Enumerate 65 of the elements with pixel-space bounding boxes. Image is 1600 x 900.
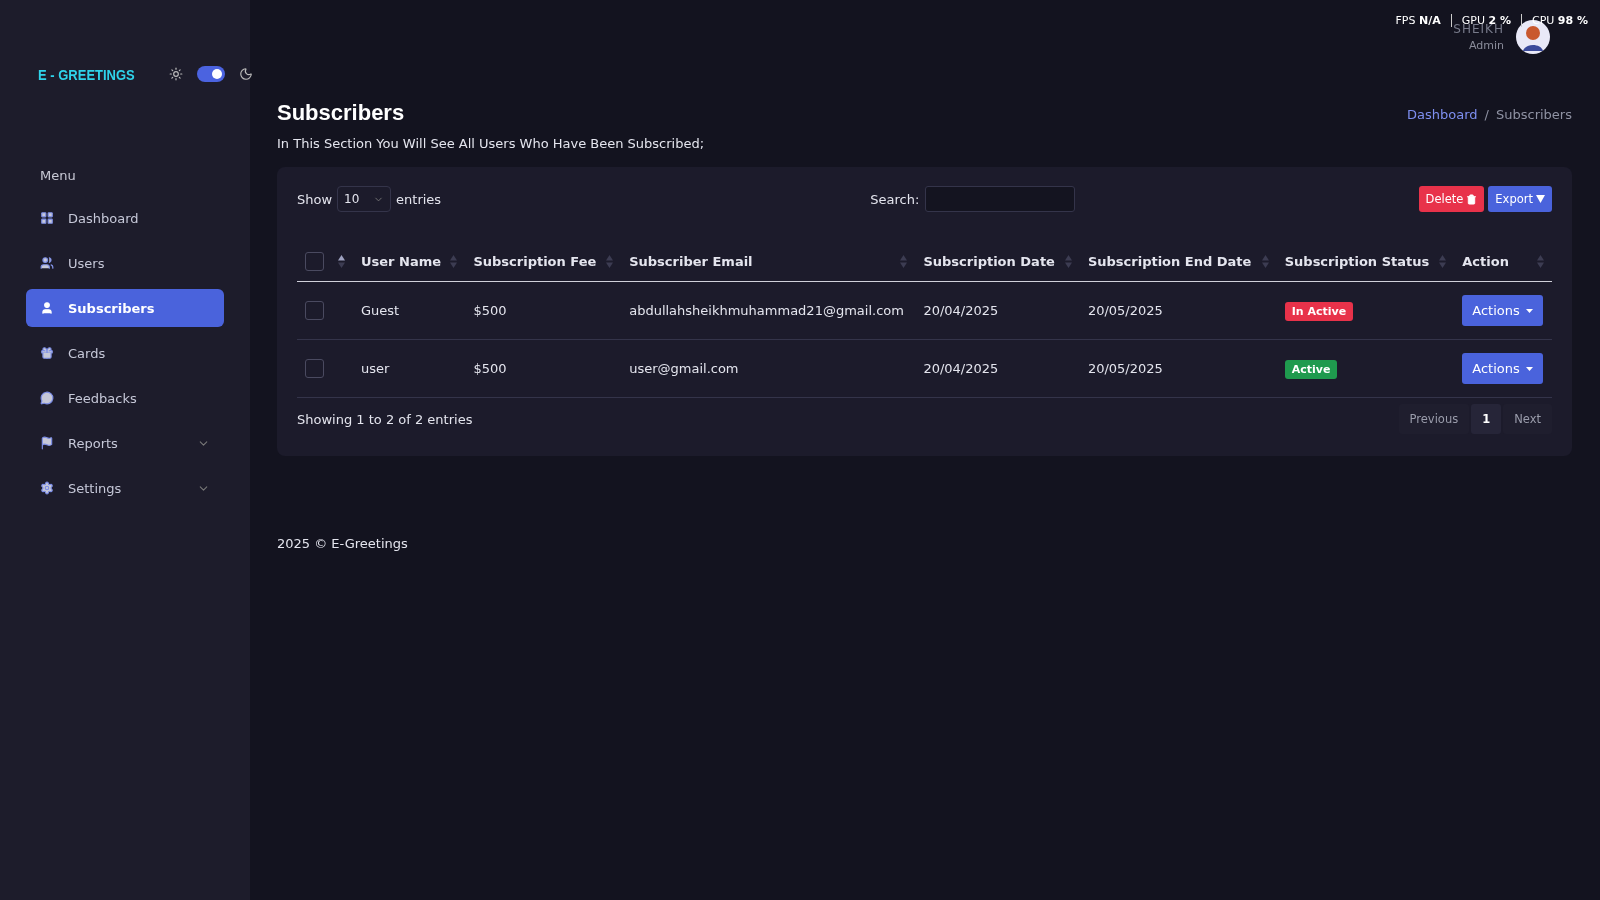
sidebar-item[interactable]: Dashboard [26, 199, 224, 237]
moon-icon [238, 67, 253, 81]
row-checkbox[interactable] [305, 301, 324, 320]
search-field[interactable] [925, 186, 1076, 212]
row-checkbox[interactable] [305, 359, 324, 378]
menu-heading: Menu [40, 168, 77, 183]
column-header[interactable]: Subscription Fee [473, 254, 597, 269]
sidebar-item[interactable]: Cards [26, 334, 224, 372]
user-role: Admin [1468, 39, 1504, 52]
settings-icon [40, 481, 54, 495]
table-cell: 20/05/2025 [1087, 361, 1163, 376]
grid-icon [40, 211, 54, 225]
status-badge: In Active [1284, 302, 1354, 321]
logo[interactable]: E - GREETINGS [38, 65, 135, 83]
table-cell: 20/04/2025 [923, 303, 999, 318]
sidebar-item[interactable]: Subscribers [26, 289, 224, 327]
page-title: Subscribers [277, 100, 405, 126]
sidebar-item[interactable]: Users [26, 244, 224, 282]
sort-icon[interactable] [338, 255, 345, 268]
column-header[interactable]: Subscription Status [1284, 254, 1430, 269]
users-icon [40, 256, 54, 270]
breadcrumb-separator: / [1484, 107, 1489, 122]
export-button[interactable]: Export [1488, 186, 1552, 212]
table-cell: Guest [361, 303, 400, 318]
delete-button[interactable]: Delete [1418, 186, 1485, 212]
search-label: Search: [870, 191, 920, 207]
entries-label: entries [396, 191, 442, 207]
column-header[interactable]: Subscription End Date [1087, 254, 1252, 269]
caret-icon [1525, 308, 1533, 313]
column-header[interactable]: Subscriber Email [629, 254, 753, 269]
actions-button[interactable]: Actions [1462, 295, 1543, 326]
actions-button[interactable]: Actions [1462, 353, 1543, 384]
page-size-select[interactable]: 10 [337, 186, 392, 212]
breadcrumb-item[interactable]: Dashboard [1407, 107, 1478, 122]
flag-icon [40, 436, 54, 450]
column-header[interactable]: Subscription Date [923, 254, 1055, 269]
trash-icon [1466, 193, 1478, 205]
pagination-button[interactable]: 1 [1471, 404, 1502, 434]
sun-icon [168, 67, 183, 81]
caret-icon [1525, 366, 1533, 371]
caret-icon [1536, 195, 1545, 203]
select-all-checkbox[interactable] [305, 252, 324, 271]
theme-toggle[interactable] [196, 66, 225, 82]
column-header[interactable]: Action [1462, 254, 1509, 269]
sidebar-item[interactable]: Settings [26, 469, 224, 507]
perf-stat: FPS N/A [1395, 14, 1441, 27]
gift-icon [40, 346, 54, 360]
table-cell: $500 [473, 303, 507, 318]
show-label: Show [297, 191, 333, 207]
user-icon [40, 301, 54, 315]
chat-bubble-icon [40, 391, 54, 405]
sidebar-item[interactable]: Feedbacks [26, 379, 224, 417]
table-cell: 20/04/2025 [923, 361, 999, 376]
page-subtitle: In This Section You Will See All Users Who Have Been Subscribed; [277, 136, 706, 151]
sidebar-item[interactable]: Reports [26, 424, 224, 462]
table-info: Showing 1 to 2 of 2 entries [297, 411, 473, 427]
column-header[interactable]: User Name [361, 254, 442, 269]
breadcrumb-item: Subscribers [1496, 107, 1572, 122]
table-cell: 20/05/2025 [1087, 303, 1163, 318]
footer-text: 2025 © E-Greetings [277, 536, 409, 551]
status-badge: Active [1284, 360, 1338, 379]
table-cell: $500 [473, 361, 507, 376]
table-cell: user [361, 361, 390, 376]
table-cell: user@gmail.com [629, 361, 739, 376]
table-cell: abdullahsheikhmuhammad21@gmail.com [629, 303, 904, 318]
